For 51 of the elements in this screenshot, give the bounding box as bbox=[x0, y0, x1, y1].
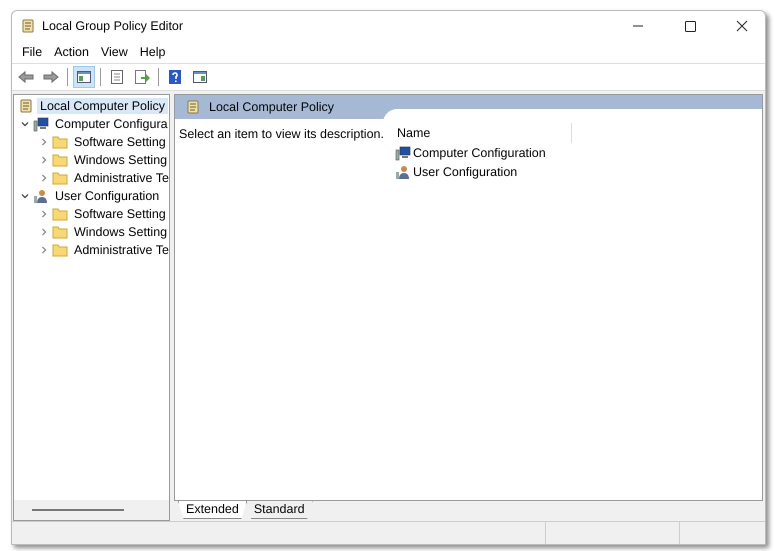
description-text: Select an item to view its description. bbox=[179, 127, 384, 141]
view-tab[interactable]: Extended bbox=[178, 501, 247, 519]
user-icon bbox=[33, 188, 49, 204]
document-icon bbox=[109, 69, 125, 85]
expand-chevron-icon[interactable] bbox=[39, 137, 49, 147]
scrollbar[interactable] bbox=[32, 509, 124, 511]
window-pane-icon bbox=[192, 69, 208, 85]
folder-icon bbox=[52, 242, 68, 258]
show-tree-button[interactable] bbox=[73, 66, 95, 88]
expand-chevron-icon[interactable] bbox=[39, 155, 49, 165]
menu-item[interactable]: File bbox=[16, 45, 48, 59]
scroll-icon bbox=[185, 99, 201, 115]
expand-chevron-icon[interactable] bbox=[39, 245, 49, 255]
user-icon bbox=[395, 164, 411, 180]
tree-item[interactable]: User Configuration bbox=[52, 188, 162, 204]
scroll-icon bbox=[20, 18, 36, 34]
scroll-icon bbox=[18, 98, 34, 114]
list-item[interactable]: Computer Configuration bbox=[413, 146, 546, 160]
folder-icon bbox=[52, 206, 68, 222]
menu-item[interactable]: View bbox=[94, 45, 134, 59]
view-tab[interactable]: Standard bbox=[246, 501, 313, 519]
computer-icon bbox=[395, 144, 411, 160]
window-title: Local Group Policy Editor bbox=[42, 19, 184, 33]
window-pane-icon bbox=[76, 69, 92, 85]
folder-icon bbox=[52, 152, 68, 168]
expand-chevron-icon[interactable] bbox=[39, 209, 49, 219]
folder-icon bbox=[52, 170, 68, 186]
column-header[interactable]: Name bbox=[395, 126, 430, 140]
folder-icon bbox=[52, 134, 68, 150]
tree-item[interactable]: Software Setting bbox=[71, 134, 169, 150]
tree-item[interactable]: Windows Setting bbox=[71, 152, 169, 168]
tree-item[interactable]: Local Computer Policy bbox=[37, 98, 168, 114]
expand-chevron-icon[interactable] bbox=[39, 227, 49, 237]
collapse-chevron-icon[interactable] bbox=[20, 191, 30, 201]
left-arrow-icon bbox=[18, 69, 34, 85]
header-title: Local Computer Policy bbox=[209, 100, 334, 114]
right-arrow-icon bbox=[43, 69, 59, 85]
tree-item[interactable]: Administrative Te bbox=[71, 170, 169, 186]
collapse-chevron-icon[interactable] bbox=[20, 119, 30, 129]
tree-item[interactable]: Administrative Te bbox=[71, 242, 169, 258]
computer-icon bbox=[33, 116, 49, 132]
menu-item[interactable]: Help bbox=[134, 45, 172, 59]
folder-icon bbox=[52, 224, 68, 240]
expand-chevron-icon[interactable] bbox=[39, 173, 49, 183]
menu-item[interactable]: Action bbox=[48, 45, 95, 59]
list-item[interactable]: User Configuration bbox=[413, 164, 518, 178]
tree-item[interactable]: Software Setting bbox=[71, 206, 169, 222]
tree-item[interactable]: Computer Configura bbox=[52, 116, 169, 132]
tree-item[interactable]: Windows Setting bbox=[71, 224, 169, 240]
help-icon bbox=[167, 69, 183, 85]
export-icon bbox=[134, 69, 150, 85]
